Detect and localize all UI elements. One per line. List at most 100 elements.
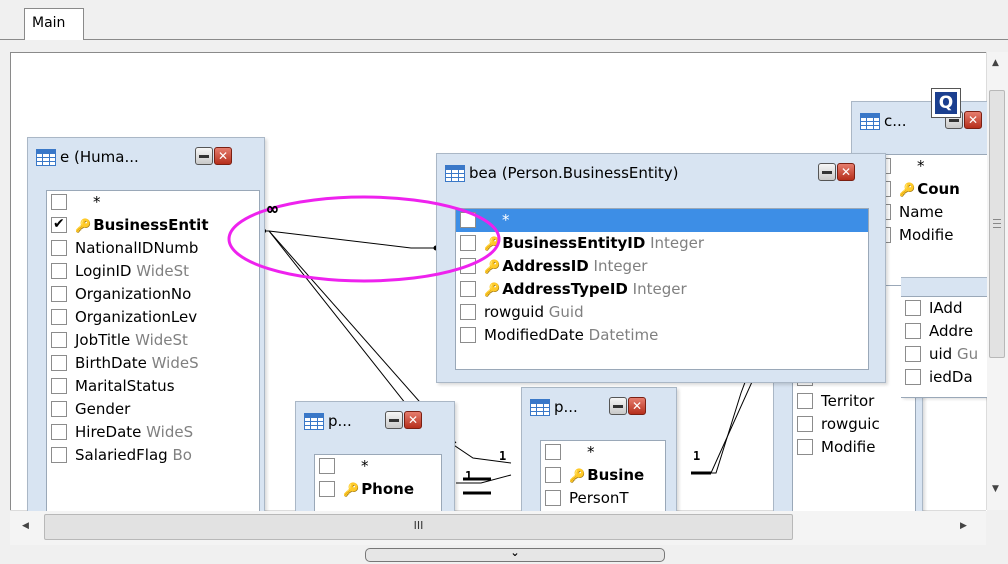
field-checkbox[interactable]: [51, 240, 67, 256]
field-checkbox[interactable]: [51, 332, 67, 348]
table-window-employee[interactable]: e (Huma... ✕ *🔑BusinessEntitNationalIDNu…: [27, 137, 265, 511]
table-row[interactable]: LoginID WideSt: [47, 260, 259, 283]
table-row[interactable]: 🔑 BusinessEntityID Integer: [456, 232, 868, 255]
table-window-person[interactable]: p... ✕ * 🔑 Busine PersonT: [521, 387, 677, 511]
field-checkbox[interactable]: [905, 300, 921, 316]
table-row[interactable]: MaritalStatus: [47, 375, 259, 398]
minimize-button[interactable]: [609, 397, 627, 415]
minimize-button[interactable]: [818, 163, 836, 181]
table-row[interactable]: rowguic: [793, 413, 915, 436]
table-row[interactable]: iedDa: [901, 366, 987, 389]
close-button[interactable]: ✕: [404, 411, 422, 429]
field-checkbox[interactable]: [51, 194, 67, 210]
table-row[interactable]: 🔑 AddressID Integer: [456, 255, 868, 278]
field-checkbox[interactable]: [797, 393, 813, 409]
field-checkbox[interactable]: [545, 490, 561, 506]
field-list[interactable]: * 🔑 Phone: [314, 454, 442, 511]
field-checkbox[interactable]: [460, 327, 476, 343]
scroll-left-arrow[interactable]: ◀: [22, 521, 29, 531]
field-list[interactable]: *🔑BusinessEntitNationalIDNumbLoginID Wid…: [46, 190, 260, 511]
field-list[interactable]: * 🔑 Coun Name Modifie: [870, 154, 987, 286]
field-checkbox[interactable]: [545, 467, 561, 483]
table-row[interactable]: *: [456, 209, 868, 232]
table-row[interactable]: JobTitle WideSt: [47, 329, 259, 352]
table-row[interactable]: Modifie: [793, 436, 915, 459]
field-checkbox[interactable]: [51, 447, 67, 463]
table-row[interactable]: Gender: [47, 398, 259, 421]
vertical-scrollbar[interactable]: ▲ ▼: [986, 52, 1008, 510]
table-row[interactable]: Name: [871, 201, 987, 224]
table-row[interactable]: *: [871, 155, 987, 178]
table-row[interactable]: Modifie: [871, 224, 987, 247]
table-row[interactable]: ModifiedDate Datetime: [456, 324, 868, 347]
table-row[interactable]: OrganizationLev: [47, 306, 259, 329]
table-title[interactable]: bea (Person.BusinessEntity): [445, 162, 679, 184]
table-row[interactable]: PersonT: [541, 487, 665, 510]
table-row[interactable]: OrganizationNo: [47, 283, 259, 306]
field-list[interactable]: IAdd Addre uid Gu iedDa: [901, 296, 987, 398]
field-checkbox[interactable]: [51, 355, 67, 371]
field-checkbox[interactable]: [51, 213, 67, 236]
minimize-button[interactable]: [195, 147, 213, 165]
table-row[interactable]: BirthDate WideS: [47, 352, 259, 375]
table-row[interactable]: Addre: [901, 320, 987, 343]
diagram-canvas[interactable]: e (Huma... ✕ *🔑BusinessEntitNationalIDNu…: [10, 52, 987, 511]
panel-splitter[interactable]: ⌄: [365, 547, 665, 562]
table-row[interactable]: rowguid Guid: [456, 301, 868, 324]
table-row[interactable]: 🔑BusinessEntit: [47, 213, 259, 237]
field-checkbox[interactable]: [319, 481, 335, 497]
table-window-bea[interactable]: bea (Person.BusinessEntity) ✕ * 🔑 Business…: [436, 153, 886, 383]
table-row[interactable]: *: [47, 191, 259, 214]
table-window-phone[interactable]: p... ✕ * 🔑 Phone: [295, 401, 455, 511]
field-checkbox[interactable]: [905, 323, 921, 339]
field-checkbox[interactable]: [51, 286, 67, 302]
close-button[interactable]: ✕: [964, 111, 982, 129]
table-row[interactable]: 🔑 Phone: [315, 478, 441, 501]
field-list[interactable]: * 🔑 BusinessEntityID Integer 🔑 AddressID Int…: [455, 208, 869, 370]
field-checkbox[interactable]: [51, 263, 67, 279]
table-row[interactable]: SalariedFlag Bo: [47, 444, 259, 467]
field-checkbox[interactable]: [460, 212, 476, 228]
field-checkbox[interactable]: [797, 439, 813, 455]
tab-main[interactable]: Main: [24, 8, 84, 40]
field-checkbox[interactable]: [905, 369, 921, 385]
field-checkbox[interactable]: [51, 309, 67, 325]
minimize-button[interactable]: [385, 411, 403, 429]
table-row[interactable]: 🔑 Busine: [541, 464, 665, 487]
field-checkbox[interactable]: [460, 304, 476, 320]
table-title[interactable]: c...: [860, 110, 907, 132]
table-row[interactable]: Territor: [793, 390, 915, 413]
scroll-down-arrow[interactable]: ▼: [992, 484, 999, 494]
field-checkbox[interactable]: [545, 444, 561, 460]
horizontal-scroll-thumb[interactable]: III: [44, 514, 793, 540]
table-row[interactable]: 🔑 AddressTypeID Integer: [456, 278, 868, 301]
field-checkbox[interactable]: [460, 281, 476, 297]
table-row[interactable]: HireDate WideS: [47, 421, 259, 444]
field-checkbox[interactable]: [51, 378, 67, 394]
scroll-right-arrow[interactable]: ▶: [960, 521, 967, 531]
close-button[interactable]: ✕: [837, 163, 855, 181]
table-title[interactable]: p...: [530, 396, 578, 418]
field-list[interactable]: * 🔑 Busine PersonT: [540, 440, 666, 511]
query-button[interactable]: Q: [931, 88, 961, 118]
table-row[interactable]: 🔑 Coun: [871, 178, 987, 201]
table-row[interactable]: IAdd: [901, 297, 987, 320]
table-row[interactable]: uid Gu: [901, 343, 987, 366]
close-button[interactable]: ✕: [628, 397, 646, 415]
table-window-address-2[interactable]: IAdd Addre uid Gu iedDa: [901, 277, 987, 398]
field-checkbox[interactable]: [460, 235, 476, 251]
field-checkbox[interactable]: [905, 346, 921, 362]
table-title[interactable]: e (Huma...: [36, 146, 139, 168]
field-checkbox[interactable]: [460, 258, 476, 274]
field-checkbox[interactable]: [51, 424, 67, 440]
scroll-up-arrow[interactable]: ▲: [992, 58, 999, 68]
horizontal-scrollbar[interactable]: ◀ III ▶: [10, 510, 986, 545]
field-checkbox[interactable]: [797, 416, 813, 432]
close-button[interactable]: ✕: [214, 147, 232, 165]
table-row[interactable]: NationalIDNumb: [47, 237, 259, 260]
field-checkbox[interactable]: [319, 458, 335, 474]
table-row[interactable]: *: [315, 455, 441, 478]
vertical-scroll-thumb[interactable]: [989, 90, 1005, 358]
field-checkbox[interactable]: [51, 401, 67, 417]
table-title[interactable]: p...: [304, 410, 352, 432]
